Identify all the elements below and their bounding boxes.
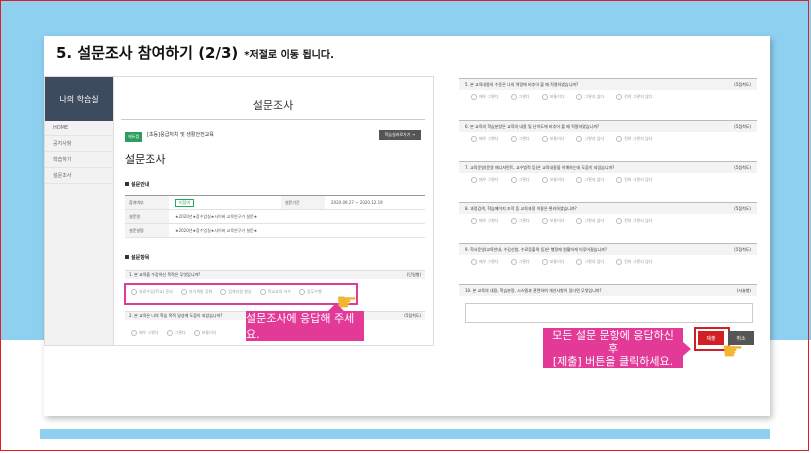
status-badge: 미참여 bbox=[175, 198, 195, 207]
radio-option[interactable]: 그렇지 않다 bbox=[576, 136, 604, 142]
heading-title: 5. 설문조사 참여하기 (2/3) bbox=[56, 44, 239, 62]
sidebar-item-notice[interactable]: 공지사항 bbox=[45, 136, 113, 152]
radio-option[interactable]: 그렇지 않다 bbox=[576, 94, 604, 100]
question-type: (5점척도) bbox=[404, 313, 421, 318]
info-value: 미참여 bbox=[169, 198, 281, 207]
question-type: (5점척도) bbox=[734, 205, 751, 211]
radio-option[interactable]: 전혀 그렇지 않다 bbox=[616, 218, 652, 224]
sidebar-title: 나의 학습실 bbox=[45, 77, 113, 121]
page-title: 설문조사 bbox=[252, 99, 294, 112]
question-text: 8. 과정검색, 학습페이지 조작 등 교육과정 이용은 편리하였습니까? bbox=[465, 205, 577, 211]
question-text: 10. 본 교육의 내용, 학습분량, 시스템과 관련하여 개선사항이 있다면 … bbox=[465, 287, 602, 293]
question-type: (5점척도) bbox=[734, 81, 751, 87]
question-text: 1. 본 교육을 수강하신 목적은 무엇입니까? bbox=[129, 272, 201, 277]
info-value: ★2020년★참수업실★사이버 교육연구기 설문★ bbox=[175, 227, 258, 233]
question-text: 7. 교육운영(운영 매니저먼트, 교수법적 등)은 교육내용을 이해하는데 도… bbox=[465, 164, 615, 170]
question-type: (5점척도) bbox=[734, 123, 751, 129]
callout-line: [제출] 버튼을 클릭하세요. bbox=[552, 354, 674, 368]
radio-option[interactable]: 그렇다 bbox=[511, 94, 530, 100]
radio-option[interactable]: 매우 그렇다 bbox=[131, 330, 159, 336]
go-classroom-button[interactable]: 학습실바로가기 → bbox=[378, 130, 421, 140]
radio-option[interactable]: 그렇지 않다 bbox=[576, 259, 604, 265]
callout-answer: 설문조사에 응답해 주세요. bbox=[246, 303, 364, 341]
question-text: 9. 학사운영(교육안내, 수강신청, 수료증출력 등)은 행정에 원활하게 이… bbox=[465, 246, 607, 252]
guide-section-title: 설문안내 bbox=[125, 181, 149, 188]
question-block: 10. 본 교육의 내용, 학습분량, 시스템과 관련하여 개선사항이 있다면 … bbox=[459, 284, 757, 296]
sidebar-item-home[interactable]: HOME bbox=[45, 121, 113, 136]
radio-option[interactable]: 매우 그렇다 bbox=[471, 94, 499, 100]
info-value: 2020.09.27 ~ 2020.12.19 bbox=[331, 200, 383, 205]
question-block: 9. 학사운영(교육안내, 수강신청, 수료증출력 등)은 행정에 원활하게 이… bbox=[459, 243, 757, 269]
submit-button[interactable]: 제출 bbox=[698, 331, 724, 345]
question-type: (5점척도) bbox=[734, 246, 751, 252]
category-badge: 에듀캠 bbox=[125, 132, 143, 142]
course-name: [초등]응급처치 및 생활안전교육 bbox=[147, 132, 214, 138]
radio-option[interactable]: 보통이다 bbox=[542, 218, 565, 224]
items-section-title: 설문항목 bbox=[125, 254, 149, 261]
radio-option[interactable]: 보통이다 bbox=[542, 94, 565, 100]
callout-line: 모든 설문 문항에 응답하신 bbox=[552, 328, 674, 342]
radio-option[interactable]: 보통이다 bbox=[542, 136, 565, 142]
radio-option[interactable]: 매우 그렇다 bbox=[471, 259, 499, 265]
radio-option[interactable]: 전혀 그렇지 않다 bbox=[616, 94, 652, 100]
question-block: 6. 본 교육의 학습분량은 교육의 내용 및 난이도에 비추어 볼 때 적절하… bbox=[459, 120, 757, 146]
survey-heading: 설문조사 bbox=[125, 153, 166, 166]
question-block: 8. 과정검색, 학습페이지 조작 등 교육과정 이용은 편리하였습니까? (5점… bbox=[459, 202, 757, 228]
opinion-textarea[interactable] bbox=[465, 303, 753, 323]
radio-option[interactable]: 그렇지 않다 bbox=[576, 218, 604, 224]
radio-option[interactable]: 그렇다 bbox=[511, 218, 530, 224]
info-key: 참여여부 bbox=[125, 196, 169, 209]
question-type: (서술형) bbox=[736, 287, 751, 293]
radio-option[interactable]: 그렇다 bbox=[511, 136, 530, 142]
radio-option[interactable]: 매우 그렇다 bbox=[471, 136, 499, 142]
radio-option[interactable]: 그렇다 bbox=[511, 259, 530, 265]
radio-option[interactable]: 보통이다 bbox=[194, 330, 217, 336]
radio-option[interactable]: 전혀 그렇지 않다 bbox=[616, 177, 652, 183]
answer-options: 매우 그렇다 그렇다 보통이다 bbox=[131, 330, 216, 336]
bottom-bar bbox=[40, 429, 770, 439]
radio-option[interactable]: 매우 그렇다 bbox=[471, 177, 499, 183]
info-value: ★2020년★참수업실★사이버 교육연구기 설문★ bbox=[175, 213, 258, 219]
radio-option[interactable]: 그렇지 않다 bbox=[576, 177, 604, 183]
radio-option[interactable]: 전혀 그렇지 않다 bbox=[616, 136, 652, 142]
survey-questions-screenshot: 5. 본 교육내용의 수준은 나의 역량에 비추어 볼 때 적절하였습니까? (5… bbox=[459, 76, 757, 344]
page-heading: 5. 설문조사 참여하기 (2/3) *저절로 이동 됩니다. bbox=[56, 42, 334, 63]
question-text: 2. 본 교육은 나의 학습 목적 달성에 도움이 되었습니까? bbox=[129, 313, 223, 318]
survey-info-table: 참여여부 미참여 설문기간 2020.09.27 ~ 2020.12.19 설문… bbox=[125, 195, 425, 238]
table-row: 설문설명 ★2020년★참수업실★사이버 교육연구기 설문★ bbox=[125, 224, 425, 238]
divider bbox=[121, 119, 425, 120]
question-type: (5점척도) bbox=[734, 164, 751, 170]
answer-highlight-box bbox=[124, 283, 358, 305]
radio-option[interactable]: 그렇다 bbox=[511, 177, 530, 183]
sidebar-item-study[interactable]: 학습하기 bbox=[45, 152, 113, 168]
question-text: 6. 본 교육의 학습분량은 교육의 내용 및 난이도에 비추어 볼 때 적절하… bbox=[465, 123, 600, 129]
radio-option[interactable]: 전혀 그렇지 않다 bbox=[616, 259, 652, 265]
callout-submit: 모든 설문 문항에 응답하신 후 [제출] 버튼을 클릭하세요. bbox=[543, 328, 691, 368]
table-row: 참여여부 미참여 설문기간 2020.09.27 ~ 2020.12.19 bbox=[125, 196, 425, 210]
pointing-hand-icon: ☛ bbox=[722, 337, 744, 365]
callout-line: 후 bbox=[607, 341, 619, 355]
radio-option[interactable]: 매우 그렇다 bbox=[471, 218, 499, 224]
question-block: 5. 본 교육내용의 수준은 나의 역량에 비추어 볼 때 적절하였습니까? (5… bbox=[459, 78, 757, 104]
sidebar: 나의 학습실 HOME 공지사항 학습하기 설문조사 bbox=[45, 77, 114, 345]
table-row: 설문명 ★2020년★참수업실★사이버 교육연구기 설문★ bbox=[125, 210, 425, 224]
sidebar-item-survey[interactable]: 설문조사 bbox=[45, 168, 113, 184]
question-text: 5. 본 교육내용의 수준은 나의 역량에 비추어 볼 때 적절하였습니까? bbox=[465, 81, 579, 87]
info-key: 설문명 bbox=[125, 210, 169, 223]
question-block: 7. 교육운영(운영 매니저먼트, 교수법적 등)은 교육내용을 이해하는데 도… bbox=[459, 161, 757, 187]
survey-page-screenshot: 나의 학습실 HOME 공지사항 학습하기 설문조사 설문조사 에듀캠 [초등]… bbox=[44, 76, 434, 346]
info-key: 설문설명 bbox=[125, 224, 169, 237]
info-key: 설문기간 bbox=[281, 196, 325, 209]
question-row: 1. 본 교육을 수강하신 목적은 무엇입니까? (단일형) bbox=[125, 270, 425, 279]
question-type: (단일형) bbox=[406, 272, 421, 277]
heading-note: *저절로 이동 됩니다. bbox=[244, 50, 334, 61]
radio-option[interactable]: 그렇다 bbox=[167, 330, 186, 336]
radio-option[interactable]: 보통이다 bbox=[542, 177, 565, 183]
radio-option[interactable]: 보통이다 bbox=[542, 259, 565, 265]
